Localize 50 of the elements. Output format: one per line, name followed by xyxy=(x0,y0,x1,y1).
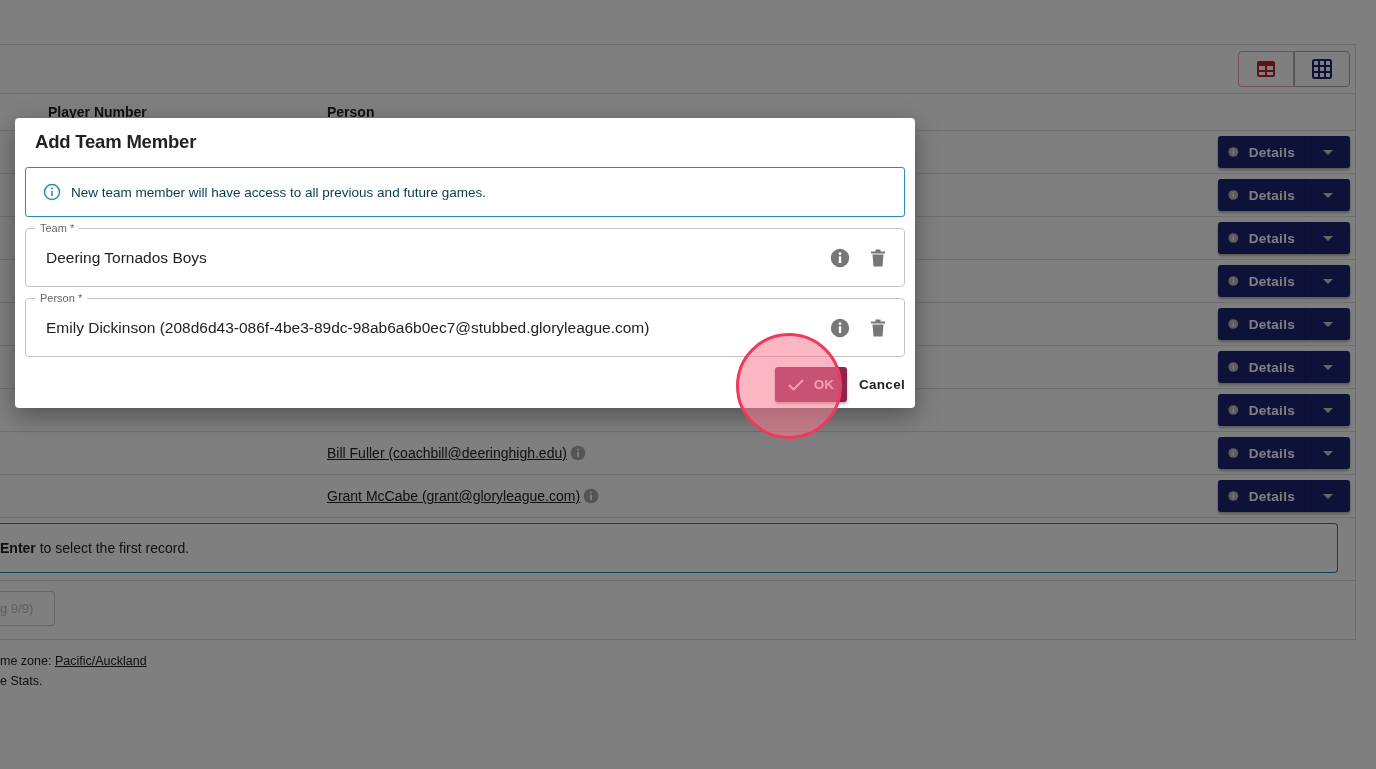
details-button[interactable]: Details xyxy=(1218,437,1350,469)
info-icon xyxy=(1228,273,1239,289)
details-button[interactable]: Details xyxy=(1218,222,1350,254)
table-view-button[interactable] xyxy=(1238,51,1294,87)
caret-icon xyxy=(1323,493,1333,499)
caret-icon xyxy=(1323,450,1333,456)
caret-icon xyxy=(1323,235,1333,241)
caret-icon xyxy=(1323,407,1333,413)
details-button[interactable]: Details xyxy=(1218,394,1350,426)
trash-icon[interactable] xyxy=(870,248,886,267)
column-header: Player Number xyxy=(48,104,148,122)
details-button[interactable]: Details xyxy=(1218,351,1350,383)
footer-note: e Stats. xyxy=(0,673,44,690)
info-icon xyxy=(1228,230,1239,246)
info-icon xyxy=(569,445,586,461)
time-zone-label: me zone: xyxy=(0,654,52,668)
info-icon xyxy=(1228,359,1239,375)
info-icon xyxy=(43,183,61,201)
details-button[interactable]: Details xyxy=(1218,179,1350,211)
person-link[interactable]: Grant McCabe (grant@gloryleague.com) xyxy=(327,488,581,504)
grid-icon xyxy=(1312,59,1332,79)
time-zone-link[interactable]: Pacific/Auckland xyxy=(54,654,147,668)
alert-message: New team member will have access to all previous and future games. xyxy=(71,184,486,200)
details-button[interactable]: Details xyxy=(1218,265,1350,297)
details-button[interactable]: Details xyxy=(1218,480,1350,512)
caret-icon xyxy=(1323,149,1333,155)
details-button[interactable]: Details xyxy=(1218,136,1350,168)
info-icon xyxy=(1228,187,1239,203)
cancel-button[interactable]: Cancel xyxy=(858,371,905,398)
trash-icon[interactable] xyxy=(870,318,886,337)
search-hint: Enter to select the first record. xyxy=(0,540,190,556)
details-button[interactable]: Details xyxy=(1218,308,1350,340)
caret-icon xyxy=(1323,321,1333,327)
info-icon xyxy=(1228,488,1239,504)
info-icon xyxy=(830,317,850,338)
dialog-title: Add Team Member xyxy=(35,131,198,153)
info-icon xyxy=(830,247,850,268)
info-icon xyxy=(1228,445,1239,461)
column-header: Person xyxy=(327,104,376,122)
caret-icon xyxy=(1323,364,1333,370)
grid-view-button[interactable] xyxy=(1294,51,1350,87)
table-icon xyxy=(1256,60,1276,78)
info-icon xyxy=(1228,316,1239,332)
check-icon xyxy=(787,378,804,391)
info-icon xyxy=(1228,402,1239,418)
person-link[interactable]: Bill Fuller (coachbill@deeringhigh.edu) xyxy=(327,445,567,461)
caret-icon xyxy=(1323,192,1333,198)
caret-icon xyxy=(1323,278,1333,284)
info-icon xyxy=(1228,144,1239,160)
info-icon xyxy=(583,488,600,504)
